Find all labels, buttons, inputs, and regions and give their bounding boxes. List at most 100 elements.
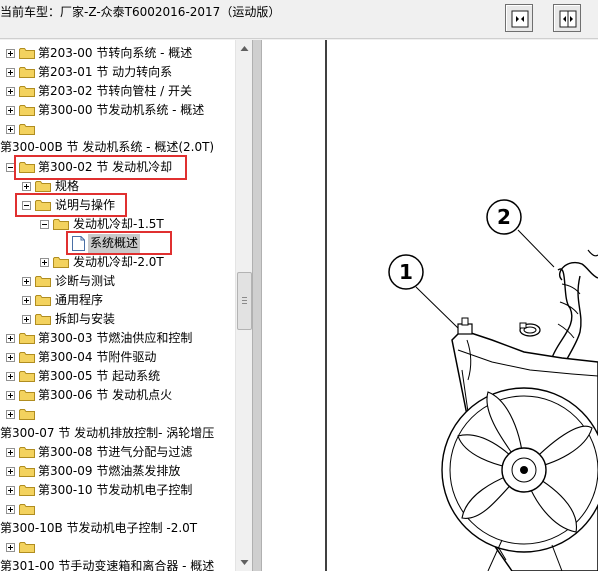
expand-toggle[interactable] [6,486,15,495]
tree-node[interactable]: 第300-08 节进气分配与过滤 [0,443,235,462]
folder-icon [19,48,35,59]
folder-icon [19,409,35,420]
expand-toggle[interactable] [22,315,31,324]
scrollbar-thumb[interactable] [237,272,252,330]
tree-scrollbar[interactable] [235,40,252,571]
tree-label: 第300-04 节附件驱动 [38,350,157,364]
folder-icon [35,276,51,287]
pane-splitter[interactable] [252,40,262,571]
tree-node[interactable]: 发动机冷却-2.0T [0,253,235,272]
collapse-toggle[interactable] [22,201,31,210]
chapter-tree: 第203-00 节转向系统 - 概述 第203-01 节 动力转向系 第203-… [0,40,235,571]
expand-toggle[interactable] [40,258,49,267]
tree-node[interactable]: 拆卸与安装 [0,310,235,329]
expand-toggle[interactable] [6,372,15,381]
tree-node[interactable]: 第300-03 节燃油供应和控制 [0,329,235,348]
tree-node[interactable]: 第300-02 节 发动机冷却 [0,158,235,177]
tree-label: 拆卸与安装 [55,312,116,326]
expand-toggle[interactable] [6,448,15,457]
expand-toggle[interactable] [6,68,15,77]
expand-toggle[interactable] [6,467,15,476]
tree-node[interactable] [0,500,235,519]
folder-icon [35,200,51,211]
document-icon [72,236,85,251]
folder-icon [35,314,51,325]
tree-label: 系统概述 [88,234,141,253]
tree-label: 第300-02 节 发动机冷却 [38,160,173,174]
diagram-viewer: 2 1 [262,40,598,571]
folder-icon [19,371,35,382]
folder-icon [53,257,69,268]
tree-node[interactable]: 第300-07 节 发动机排放控制- 涡轮增压 [0,424,235,443]
expand-toggle[interactable] [6,125,15,134]
tree-node[interactable]: 说明与操作 [0,196,235,215]
folder-icon [53,219,69,230]
folder-icon [35,295,51,306]
tree-node[interactable]: 第300-00B 节 发动机系统 - 概述(2.0T) [0,138,235,157]
tree-node[interactable]: 第300-00 节发动机系统 - 概述 [0,101,235,120]
tree-node[interactable]: 第300-06 节 发动机点火 [0,386,235,405]
tree-label: 规格 [55,179,80,193]
tree-label: 第300-05 节 起动系统 [38,369,161,383]
tree-label: 第300-08 节进气分配与过滤 [38,445,193,459]
folder-icon [19,466,35,477]
expand-toggle[interactable] [6,87,15,96]
tree-node[interactable]: 发动机冷却-1.5T [0,215,235,234]
tree-node[interactable]: 第203-00 节转向系统 - 概述 [0,44,235,63]
expand-toggle[interactable] [6,505,15,514]
tree-label: 第203-01 节 动力转向系 [38,65,173,79]
expand-toggle[interactable] [6,543,15,552]
tree-node[interactable]: 第300-10 节发动机电子控制 [0,481,235,500]
tree-label: 第300-10B 节发动机电子控制 -2.0T [0,521,198,535]
expand-toggle[interactable] [6,353,15,362]
grip-line [242,297,247,298]
tree-node[interactable]: 第300-04 节附件驱动 [0,348,235,367]
tree-label: 第300-10 节发动机电子控制 [38,483,193,497]
tree-node[interactable]: 通用程序 [0,291,235,310]
tree-node[interactable] [0,120,235,139]
tree-node[interactable] [0,405,235,424]
tree-node-selected[interactable]: 系统概述 [0,234,235,253]
tree-node[interactable]: 第203-01 节 动力转向系 [0,63,235,82]
tree-label: 第300-09 节燃油蒸发排放 [38,464,181,478]
tree-label: 诊断与测试 [55,274,116,288]
folder-icon [19,504,35,515]
expand-toggle[interactable] [22,296,31,305]
scroll-up-arrow-icon[interactable] [236,40,253,57]
expand-toggle[interactable] [22,182,31,191]
folder-icon [19,485,35,496]
scroll-down-arrow-icon[interactable] [236,554,253,571]
callout-number: 2 [497,205,511,229]
expand-toggle[interactable] [6,410,15,419]
tree-node[interactable]: 第203-02 节转向管柱 / 开关 [0,82,235,101]
tree-label: 第300-07 节 发动机排放控制- 涡轮增压 [0,426,215,440]
tree-node[interactable]: 规格 [0,177,235,196]
tree-node[interactable] [0,538,235,557]
folder-icon [19,124,35,135]
cooling-fan-diagram: 2 1 [325,40,598,571]
tree-label: 第300-06 节 发动机点火 [38,388,173,402]
single-view-button[interactable] [505,4,533,32]
tree-node[interactable]: 诊断与测试 [0,272,235,291]
tree-node[interactable]: 第300-09 节燃油蒸发排放 [0,462,235,481]
expand-toggle[interactable] [6,106,15,115]
expand-toggle[interactable] [6,391,15,400]
tree-node[interactable]: 第300-10B 节发动机电子控制 -2.0T [0,519,235,538]
tree-label: 第203-02 节转向管柱 / 开关 [38,84,192,98]
tree-node[interactable]: 第300-05 节 起动系统 [0,367,235,386]
tree-label: 第301-00 节手动变速箱和离合器 - 概述 [0,559,215,571]
expand-toggle[interactable] [22,277,31,286]
folder-icon [35,181,51,192]
collapse-toggle[interactable] [6,163,15,172]
tree-node[interactable]: 第301-00 节手动变速箱和离合器 - 概述 [0,557,235,571]
split-view-button[interactable] [553,4,581,32]
folder-icon [19,67,35,78]
folder-icon [19,542,35,553]
folder-icon [19,333,35,344]
single-page-icon [511,10,529,28]
vehicle-model-title: 当前车型：厂家-Z-众泰T6002016-2017（运动版） [0,5,281,19]
expand-toggle[interactable] [6,334,15,343]
collapse-toggle[interactable] [40,220,49,229]
grip-line [242,300,247,301]
expand-toggle[interactable] [6,49,15,58]
